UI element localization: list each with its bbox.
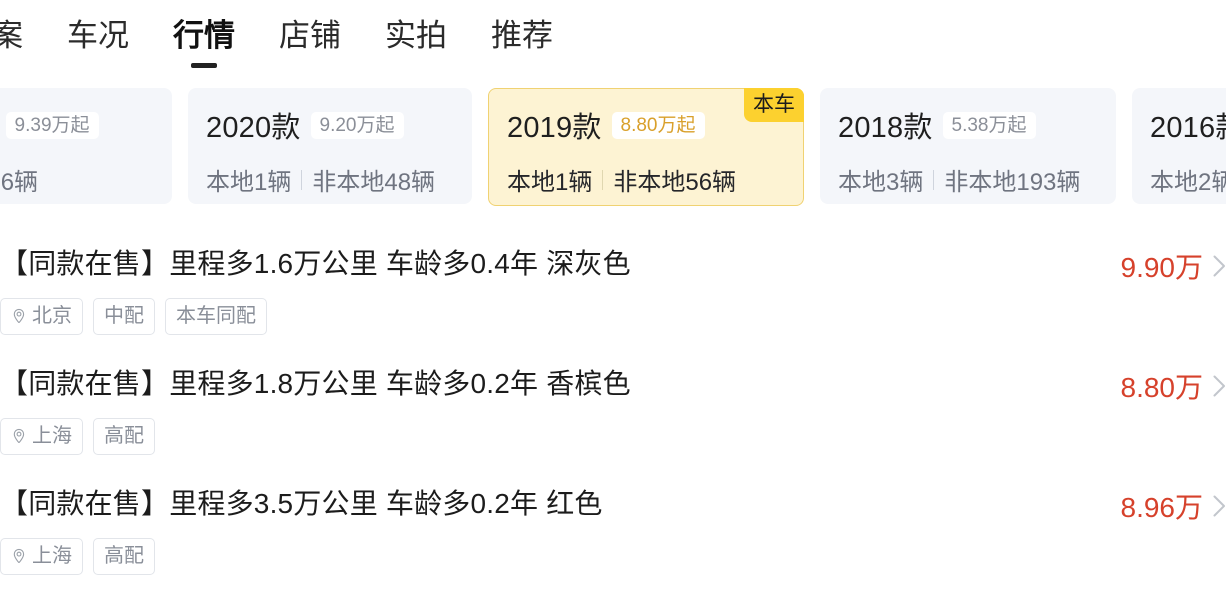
model-year-label: 2020款: [206, 104, 301, 146]
listing-price-block[interactable]: 8.80万: [1121, 366, 1226, 406]
listing-tag-list: 北京 中配 本车同配: [0, 298, 1226, 335]
listing-trim-tag: 高配: [93, 418, 155, 455]
count-separator: [602, 170, 603, 190]
listing-price: 8.96万: [1121, 486, 1204, 526]
tab-label: 推荐: [491, 18, 553, 53]
listing-city-tag: 北京: [0, 298, 83, 335]
tab-label: 店铺: [279, 18, 341, 53]
model-year-label: 2016款: [1150, 104, 1226, 146]
tab-tuijian[interactable]: 推荐: [469, 13, 575, 59]
local-count-label: 本地1辆: [206, 162, 291, 197]
listing-title: 【同款在售】里程多1.6万公里 车龄多0.4年 深灰色: [0, 238, 1226, 278]
model-year-card[interactable]: 1款 9.39万起 地136辆: [0, 88, 172, 204]
active-tab-underline: [191, 63, 217, 68]
model-year-label: 2018款: [838, 104, 933, 146]
model-year-label: 2019款: [507, 104, 602, 146]
listing-tag-list: 上海 高配: [0, 538, 1226, 575]
tab-chekuang[interactable]: 车况: [45, 13, 151, 59]
model-stock-counts: 地136辆: [0, 162, 154, 197]
tab-dangan[interactable]: 案: [0, 13, 45, 59]
listing-price-block[interactable]: 9.90万: [1121, 246, 1226, 286]
tab-label: 案: [0, 18, 23, 53]
listing-title: 【同款在售】里程多3.5万公里 车龄多0.2年 红色: [0, 478, 1226, 518]
model-card-header: 2020款 9.20万起: [206, 104, 454, 146]
model-stock-counts: 本地2辆: [1150, 162, 1226, 197]
count-separator: [933, 170, 934, 190]
chevron-right-icon: [1213, 375, 1226, 397]
model-card-header: 1款 9.39万起: [0, 104, 154, 146]
listing-trim-tag: 中配: [93, 298, 155, 335]
model-card-header: 2018款 5.38万起: [838, 104, 1098, 146]
list-item[interactable]: 【同款在售】里程多1.8万公里 车龄多0.2年 香槟色 上海 高配 8.80万: [0, 358, 1226, 478]
listing-city-tag: 上海: [0, 538, 83, 575]
count-separator: [301, 170, 302, 190]
nonlocal-count-label: 非本地56辆: [613, 162, 736, 197]
listing-title: 【同款在售】里程多1.8万公里 车龄多0.2年 香槟色: [0, 358, 1226, 398]
model-price-from-chip: 8.80万起: [612, 112, 705, 139]
location-pin-icon: [11, 548, 27, 564]
nonlocal-count-label: 非本地48辆: [312, 162, 435, 197]
nonlocal-count-label: 非本地193辆: [944, 162, 1080, 197]
local-count-label: 本地3辆: [838, 162, 923, 197]
model-price-from-chip: 9.20万起: [311, 112, 404, 139]
nonlocal-count-label: 地136辆: [0, 162, 38, 197]
listing-trim-tag: 高配: [93, 538, 155, 575]
model-stock-counts: 本地3辆 非本地193辆: [838, 162, 1098, 197]
listing-price: 9.90万: [1121, 246, 1204, 286]
listing-city-tag: 上海: [0, 418, 83, 455]
chevron-right-icon: [1213, 255, 1226, 277]
listing-sametrim-tag: 本车同配: [165, 298, 267, 335]
location-pin-icon: [11, 308, 27, 324]
similar-listing-list: 【同款在售】里程多1.6万公里 车龄多0.4年 深灰色 北京 中配 本车同配 9…: [0, 238, 1226, 598]
city-label: 上海: [32, 546, 72, 566]
model-price-from-chip: 5.38万起: [943, 112, 1036, 139]
tab-dianpu[interactable]: 店铺: [257, 13, 363, 59]
listing-price-block[interactable]: 8.96万: [1121, 486, 1226, 526]
tab-label: 车况: [67, 18, 129, 53]
chevron-right-icon: [1213, 495, 1226, 517]
tab-label: 实拍: [385, 18, 447, 53]
city-label: 北京: [32, 306, 72, 326]
tab-shipai[interactable]: 实拍: [363, 13, 469, 59]
model-stock-counts: 本地1辆 非本地48辆: [206, 162, 454, 197]
own-car-badge: 本车: [744, 88, 804, 122]
tab-label: 行情: [173, 18, 235, 53]
model-year-card[interactable]: 2016款 本地2辆: [1132, 88, 1226, 204]
model-stock-counts: 本地1辆 非本地56辆: [507, 162, 785, 197]
local-count-label: 本地2辆: [1150, 162, 1226, 197]
model-card-header: 2016款: [1150, 104, 1226, 146]
tab-hangqing[interactable]: 行情: [151, 13, 257, 59]
model-year-card-strip[interactable]: 1款 9.39万起 地136辆 2020款 9.20万起 本地1辆 非本地48辆…: [0, 88, 1226, 210]
location-pin-icon: [11, 428, 27, 444]
listing-price: 8.80万: [1121, 366, 1204, 406]
model-price-from-chip: 9.39万起: [6, 112, 99, 139]
model-year-card[interactable]: 2020款 9.20万起 本地1辆 非本地48辆: [188, 88, 472, 204]
model-year-card-selected[interactable]: 本车 2019款 8.80万起 本地1辆 非本地56辆: [488, 88, 804, 206]
listing-tag-list: 上海 高配: [0, 418, 1226, 455]
local-count-label: 本地1辆: [507, 162, 592, 197]
list-item[interactable]: 【同款在售】里程多3.5万公里 车龄多0.2年 红色 上海 高配 8.96万: [0, 478, 1226, 598]
list-item[interactable]: 【同款在售】里程多1.6万公里 车龄多0.4年 深灰色 北京 中配 本车同配 9…: [0, 238, 1226, 358]
city-label: 上海: [32, 426, 72, 446]
top-tab-bar: 案 车况 行情 店铺 实拍 推荐: [0, 0, 1226, 72]
model-year-card[interactable]: 2018款 5.38万起 本地3辆 非本地193辆: [820, 88, 1116, 204]
